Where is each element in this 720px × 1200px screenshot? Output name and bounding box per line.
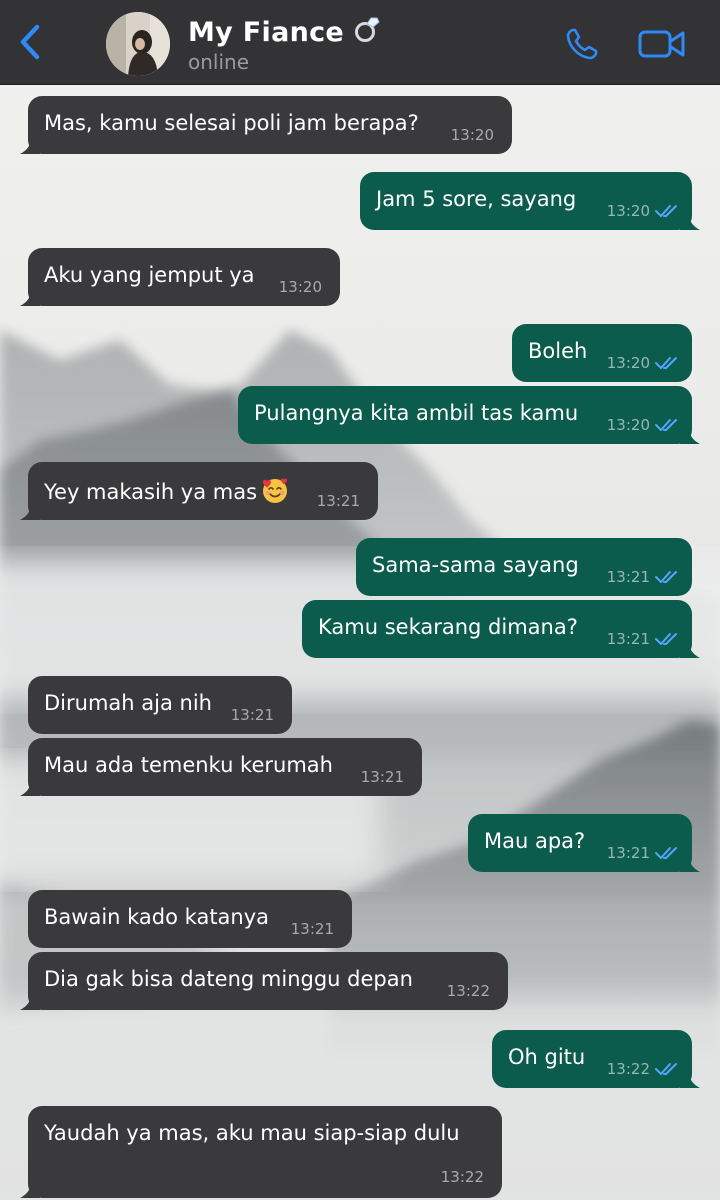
smiling-face-with-hearts-icon xyxy=(263,478,288,503)
read-receipt-icon xyxy=(655,419,677,431)
chevron-left-icon xyxy=(20,24,40,60)
message-text: Mas, kamu selesai poli jam berapa? xyxy=(44,111,419,135)
bubble-tail xyxy=(680,1068,700,1088)
bubble-tail xyxy=(20,134,40,154)
contact-name[interactable]: My Fiance xyxy=(188,14,382,51)
bubble-tail xyxy=(680,210,700,230)
bubble-tail xyxy=(680,424,700,444)
message-text: Aku yang jemput ya xyxy=(44,263,255,287)
message-text: Yey makasih ya mas xyxy=(44,477,289,505)
bubble-tail xyxy=(680,638,700,658)
chat-header: My Fiance online xyxy=(0,0,720,85)
message-time: 13:21 xyxy=(316,492,360,510)
message-bubble-outgoing[interactable]: Boleh 13:20 xyxy=(512,324,692,382)
message-list[interactable]: Mas, kamu selesai poli jam berapa? 13:20… xyxy=(0,84,720,1200)
bubble-tail xyxy=(20,990,40,1010)
ring-icon xyxy=(352,14,382,51)
message-bubble-outgoing[interactable]: Oh gitu 13:22 xyxy=(492,1030,700,1088)
bubble-tail xyxy=(680,852,700,872)
message-time: 13:20 xyxy=(450,126,494,144)
message-bubble-incoming[interactable]: Bawain kado katanya 13:21 xyxy=(28,890,352,948)
bubble-tail xyxy=(20,286,40,306)
message-time: 13:21 xyxy=(606,844,650,862)
message-time: 13:22 xyxy=(440,1168,484,1186)
message-bubble-outgoing[interactable]: Mau apa? 13:21 xyxy=(468,814,700,872)
message-bubble-outgoing[interactable]: Kamu sekarang dimana? 13:21 xyxy=(302,600,700,658)
message-bubble-outgoing[interactable]: Jam 5 sore, sayang 13:20 xyxy=(360,172,700,230)
message-bubble-incoming[interactable]: Yey makasih ya mas 13:21 xyxy=(20,462,378,520)
message-time: 13:21 xyxy=(606,630,650,648)
message-text: Pulangnya kita ambil tas kamu xyxy=(254,401,579,425)
message-text: Mau apa? xyxy=(484,829,586,853)
bubble-tail xyxy=(20,500,40,520)
message-bubble-incoming[interactable]: Aku yang jemput ya 13:20 xyxy=(20,248,340,306)
message-text: Yaudah ya mas, aku mau siap-siap dulu xyxy=(44,1121,460,1145)
phone-icon xyxy=(566,28,598,60)
read-receipt-icon xyxy=(655,357,677,369)
message-time: 13:20 xyxy=(606,354,650,372)
read-receipt-icon xyxy=(655,571,677,583)
message-time: 13:21 xyxy=(290,920,334,938)
message-text: Boleh xyxy=(528,339,588,363)
message-text: Sama-sama sayang xyxy=(372,553,579,577)
contact-name-label: My Fiance xyxy=(188,17,345,48)
message-bubble-outgoing[interactable]: Sama-sama sayang 13:21 xyxy=(356,538,692,596)
message-text: Kamu sekarang dimana? xyxy=(318,615,578,639)
message-text: Dirumah aja nih xyxy=(44,691,212,715)
video-call-button[interactable] xyxy=(636,22,688,66)
message-text: Mau ada temenku kerumah xyxy=(44,753,333,777)
message-time: 13:20 xyxy=(606,416,650,434)
read-receipt-icon xyxy=(655,1063,677,1075)
message-bubble-incoming[interactable]: Dia gak bisa dateng minggu depan 13:22 xyxy=(20,952,508,1010)
message-time: 13:21 xyxy=(606,568,650,586)
read-receipt-icon xyxy=(655,205,677,217)
message-bubble-incoming[interactable]: Yaudah ya mas, aku mau siap-siap dulu 13… xyxy=(20,1106,502,1198)
message-time: 13:22 xyxy=(446,982,490,1000)
message-text: Bawain kado katanya xyxy=(44,905,270,929)
message-bubble-incoming[interactable]: Mas, kamu selesai poli jam berapa? 13:20 xyxy=(20,96,512,154)
message-time: 13:21 xyxy=(360,768,404,786)
message-text: Dia gak bisa dateng minggu depan xyxy=(44,967,413,991)
message-time: 13:20 xyxy=(278,278,322,296)
contact-avatar[interactable] xyxy=(106,12,170,76)
voice-call-button[interactable] xyxy=(560,22,604,66)
message-text-content: Yey makasih ya mas xyxy=(44,480,258,504)
back-button[interactable] xyxy=(10,20,50,64)
bubble-tail xyxy=(20,1178,40,1198)
read-receipt-icon xyxy=(655,633,677,645)
bubble-tail xyxy=(20,776,40,796)
message-text: Oh gitu xyxy=(508,1045,586,1069)
message-bubble-incoming[interactable]: Mau ada temenku kerumah 13:21 xyxy=(20,738,422,796)
message-time: 13:21 xyxy=(230,706,274,724)
contact-status: online xyxy=(188,50,250,74)
message-text: Jam 5 sore, sayang xyxy=(376,187,577,211)
message-bubble-outgoing[interactable]: Pulangnya kita ambil tas kamu 13:20 xyxy=(238,386,700,444)
message-time: 13:20 xyxy=(606,202,650,220)
message-bubble-incoming[interactable]: Dirumah aja nih 13:21 xyxy=(28,676,292,734)
message-time: 13:22 xyxy=(606,1060,650,1078)
video-camera-icon xyxy=(638,30,685,58)
read-receipt-icon xyxy=(655,847,677,859)
